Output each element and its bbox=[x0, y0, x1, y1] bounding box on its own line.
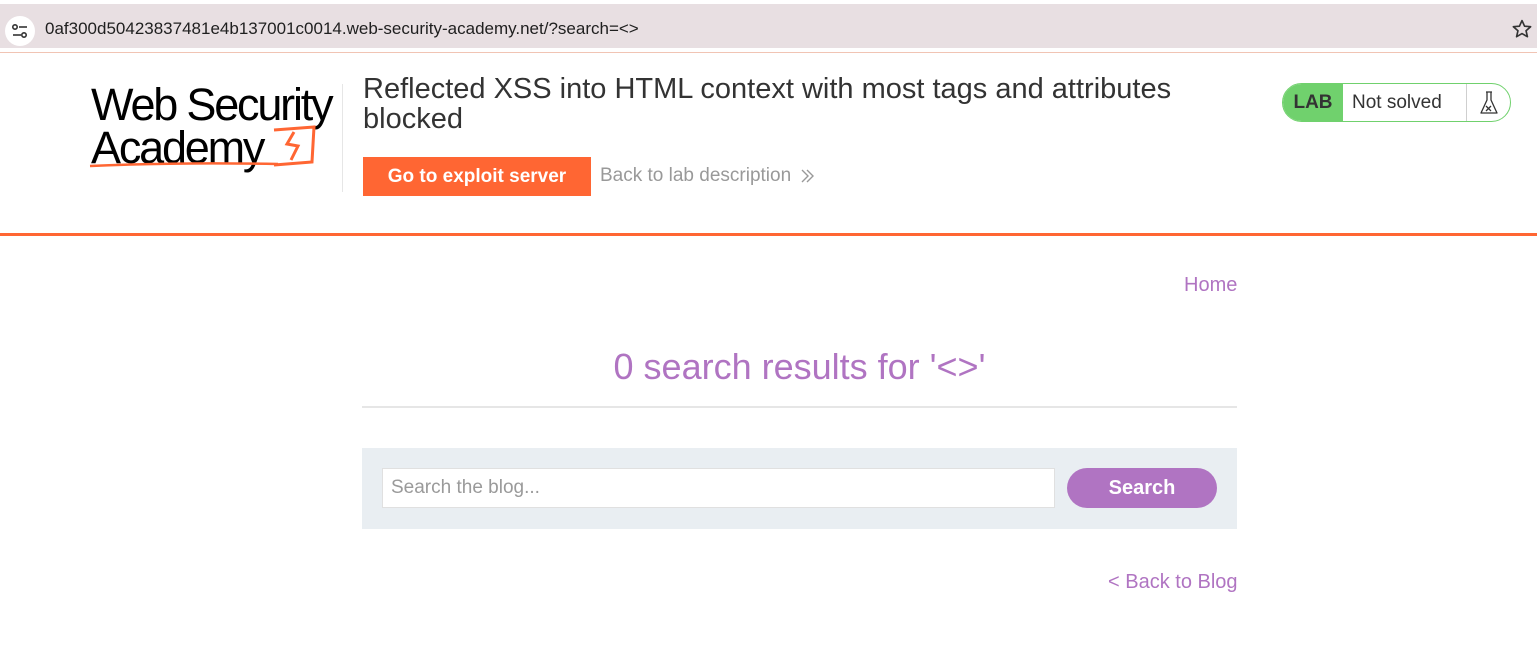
header-accent-rule bbox=[0, 233, 1537, 236]
back-to-lab-description-label: Back to lab description bbox=[600, 165, 792, 186]
logo-lightning-icon bbox=[89, 125, 316, 168]
header-divider bbox=[342, 84, 343, 192]
web-security-academy-logo[interactable]: Web Security Academy bbox=[88, 80, 338, 172]
back-to-blog-link[interactable]: < Back to Blog bbox=[1108, 571, 1238, 594]
flask-icon bbox=[1467, 84, 1510, 121]
lab-status-widget: LAB Not solved bbox=[1282, 83, 1511, 122]
browser-address-bar: 0af300d50423837481e4b137001c0014.web-sec… bbox=[0, 0, 1537, 52]
lab-status-text: Not solved bbox=[1343, 84, 1467, 121]
back-to-lab-description-link[interactable]: Back to lab description bbox=[600, 165, 816, 187]
search-results-heading: 0 search results for '<>' bbox=[613, 346, 986, 387]
address-bar-divider bbox=[0, 52, 1537, 53]
star-icon[interactable] bbox=[1509, 16, 1535, 42]
url-text[interactable]: 0af300d50423837481e4b137001c0014.web-sec… bbox=[45, 19, 639, 39]
search-form: Search bbox=[362, 448, 1237, 529]
lab-title: Reflected XSS into HTML context with mos… bbox=[363, 73, 1172, 135]
double-chevron-right-icon bbox=[801, 169, 815, 183]
address-bar-field[interactable]: 0af300d50423837481e4b137001c0014.web-sec… bbox=[0, 4, 1537, 48]
search-button[interactable]: Search bbox=[1067, 468, 1217, 508]
lab-badge: LAB bbox=[1283, 84, 1343, 121]
search-input[interactable] bbox=[382, 468, 1055, 508]
results-divider bbox=[362, 406, 1237, 408]
home-link[interactable]: Home bbox=[1184, 274, 1237, 297]
site-info-icon[interactable] bbox=[5, 16, 35, 46]
go-to-exploit-server-button[interactable]: Go to exploit server bbox=[363, 157, 591, 196]
